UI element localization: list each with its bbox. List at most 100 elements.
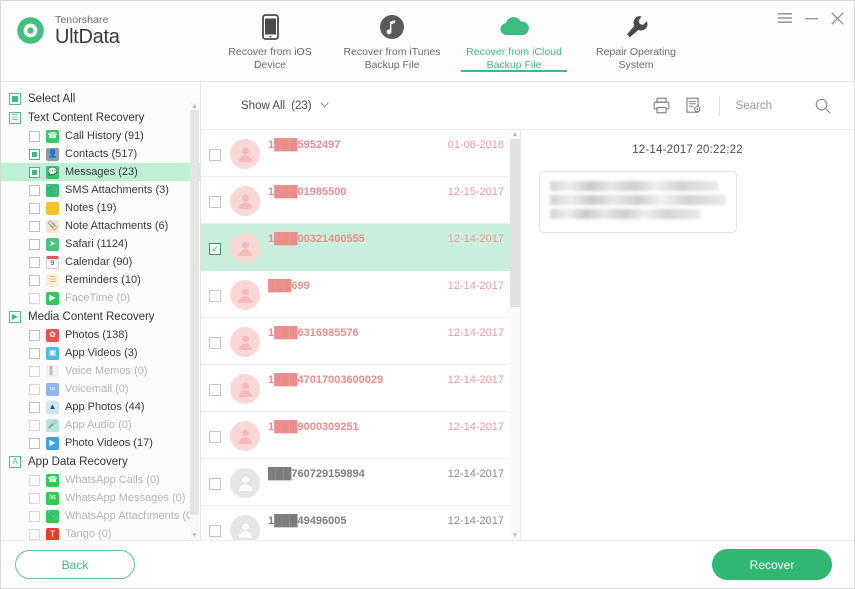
message-text-line (550, 209, 700, 219)
item-checkbox[interactable] (29, 365, 40, 377)
row-checkbox[interactable] (209, 431, 221, 443)
sidebar-item-sms-attachments[interactable]: 📎 SMS Attachments (3) (1, 181, 200, 199)
tab-recover-itunes-backup[interactable]: Recover from iTunes Backup File (331, 1, 453, 71)
item-checkbox[interactable] (29, 419, 40, 431)
row-checkbox[interactable] (209, 384, 221, 396)
item-checkbox[interactable] (29, 148, 40, 160)
sidebar-scrollbar[interactable]: ▲ ▼ (190, 102, 199, 540)
row-checkbox[interactable] (209, 478, 221, 490)
table-row[interactable]: ███699 12-14-2017 (201, 271, 520, 318)
sidebar-group-text-content[interactable]: ☰ Text Content Recovery (1, 108, 200, 127)
table-row[interactable]: 1███5952497 01-08-2018 (201, 130, 520, 177)
group-toggle-icon[interactable]: ▶ (9, 310, 21, 323)
tab-recover-ios-device[interactable]: Recover from iOS Device (209, 1, 331, 71)
item-checkbox[interactable] (29, 184, 40, 196)
list-scrollbar-thumb[interactable] (510, 139, 520, 307)
table-row[interactable]: ███760729159894 12-14-2017 (201, 459, 520, 506)
printer-icon[interactable] (653, 97, 671, 115)
sidebar-item-contacts[interactable]: 👤 Contacts (517) (1, 145, 200, 163)
item-checkbox[interactable] (29, 274, 40, 286)
tab-recover-icloud-backup[interactable]: Recover from iCloud Backup File (453, 1, 575, 72)
sidebar-item-facetime[interactable]: ▶ FaceTime (0) (1, 289, 200, 307)
sidebar-item-whatsapp-attachments[interactable]: 📎 WhatsApp Attachments (0) (1, 507, 200, 525)
item-checkbox[interactable] (29, 220, 40, 232)
item-checkbox[interactable] (29, 130, 40, 142)
row-checkbox[interactable] (209, 196, 221, 208)
brand-company: Tenorshare (55, 14, 109, 26)
row-checkbox[interactable] (209, 337, 221, 349)
table-row[interactable]: 1███9000309251 12-14-2017 (201, 412, 520, 459)
sidebar-item-call-history[interactable]: ☎ Call History (91) (1, 127, 200, 145)
item-checkbox[interactable] (29, 202, 40, 214)
item-label: App Videos (3) (65, 347, 138, 359)
minimize-icon[interactable] (804, 11, 818, 25)
sidebar-scrollbar-thumb[interactable] (190, 110, 199, 515)
list-scrollbar[interactable]: ▲ ▼ (510, 130, 520, 540)
row-checkbox[interactable] (209, 525, 221, 537)
item-checkbox[interactable] (29, 510, 40, 522)
table-row[interactable]: 1███6316985576 12-14-2017 (201, 318, 520, 365)
sidebar-group-app-data[interactable]: A App Data Recovery (1, 452, 200, 471)
sidebar-item-safari[interactable]: ➤ Safari (1124) (1, 235, 200, 253)
sidebar-item-voicemail[interactable]: ∞ Voicemail (0) (1, 380, 200, 398)
item-checkbox[interactable] (29, 437, 40, 449)
search-box[interactable]: Search (736, 97, 832, 115)
sidebar-item-photos[interactable]: ✿ Photos (138) (1, 326, 200, 344)
scroll-up-icon[interactable]: ▲ (510, 130, 520, 139)
brand-logo: Tenorshare UltData (1, 1, 201, 47)
sidebar-item-reminders[interactable]: ☰ Reminders (10) (1, 271, 200, 289)
sidebar-item-tango[interactable]: T Tango (0) (1, 525, 200, 540)
recover-button[interactable]: Recover (712, 549, 832, 580)
scroll-down-icon[interactable]: ▼ (190, 531, 199, 540)
messages-icon: 💬 (46, 165, 59, 179)
menu-icon[interactable] (778, 11, 792, 25)
sidebar-group-media-content[interactable]: ▶ Media Content Recovery (1, 307, 200, 326)
row-checkbox[interactable] (209, 149, 221, 161)
sidebar-item-voice-memos[interactable]: ▌ Voice Memos (0) (1, 362, 200, 380)
search-input[interactable]: Search (736, 100, 772, 112)
item-checkbox[interactable] (29, 329, 40, 341)
sidebar-item-whatsapp-calls[interactable]: ☎ WhatsApp Calls (0) (1, 471, 200, 489)
export-settings-icon[interactable] (685, 97, 703, 115)
sidebar-item-whatsapp-messages[interactable]: ✉ WhatsApp Messages (0) (1, 489, 200, 507)
sidebar-item-calendar[interactable]: 9 Calendar (90) (1, 253, 200, 271)
item-checkbox[interactable] (29, 492, 40, 504)
sidebar-item-app-audio[interactable]: 🎤 App Audio (0) (1, 416, 200, 434)
row-checkbox[interactable]: ✓ (209, 243, 221, 255)
sidebar-item-note-attachments[interactable]: 📎 Note Attachments (6) (1, 217, 200, 235)
table-row[interactable]: 1███49496005 12-14-2017 (201, 506, 520, 540)
select-all-label: Select All (28, 92, 76, 105)
sidebar-item-messages[interactable]: 💬 Messages (23) (1, 163, 200, 181)
item-checkbox[interactable] (29, 528, 40, 540)
back-button[interactable]: Back (15, 550, 135, 579)
content-toolbar: Show All (23) Search (201, 82, 854, 130)
sidebar-item-app-videos[interactable]: ▣ App Videos (3) (1, 344, 200, 362)
sidebar-item-notes[interactable]: Notes (19) (1, 199, 200, 217)
row-phone-number: 1███00321400555 (268, 233, 365, 245)
group-toggle-icon[interactable]: ☰ (9, 111, 21, 124)
item-label: WhatsApp Calls (0) (65, 474, 160, 486)
item-checkbox[interactable] (29, 401, 40, 413)
show-all-dropdown[interactable]: Show All (23) (241, 100, 329, 112)
search-icon[interactable] (814, 97, 832, 115)
select-all-checkbox[interactable] (9, 92, 21, 105)
sidebar-item-photo-videos[interactable]: ▶ Photo Videos (17) (1, 434, 200, 452)
group-toggle-icon[interactable]: A (9, 455, 21, 468)
tab-repair-operating-system[interactable]: Repair Operating System (575, 1, 697, 71)
item-checkbox[interactable] (29, 166, 40, 178)
item-checkbox[interactable] (29, 474, 40, 486)
item-checkbox[interactable] (29, 383, 40, 395)
sidebar-item-app-photos[interactable]: ▲ App Photos (44) (1, 398, 200, 416)
item-checkbox[interactable] (29, 347, 40, 359)
item-label: App Photos (44) (65, 401, 145, 413)
table-row[interactable]: 1███01985500 12-15-2017 (201, 177, 520, 224)
sidebar-select-all[interactable]: Select All (1, 89, 200, 108)
item-checkbox[interactable] (29, 256, 40, 268)
table-row[interactable]: 1███47017003600029 12-14-2017 (201, 365, 520, 412)
item-checkbox[interactable] (29, 292, 40, 304)
row-checkbox[interactable] (209, 290, 221, 302)
scroll-down-icon[interactable]: ▼ (510, 531, 520, 540)
table-row[interactable]: ✓ 1███00321400555 12-14-2017 (201, 224, 520, 271)
item-checkbox[interactable] (29, 238, 40, 250)
close-icon[interactable] (830, 11, 844, 25)
